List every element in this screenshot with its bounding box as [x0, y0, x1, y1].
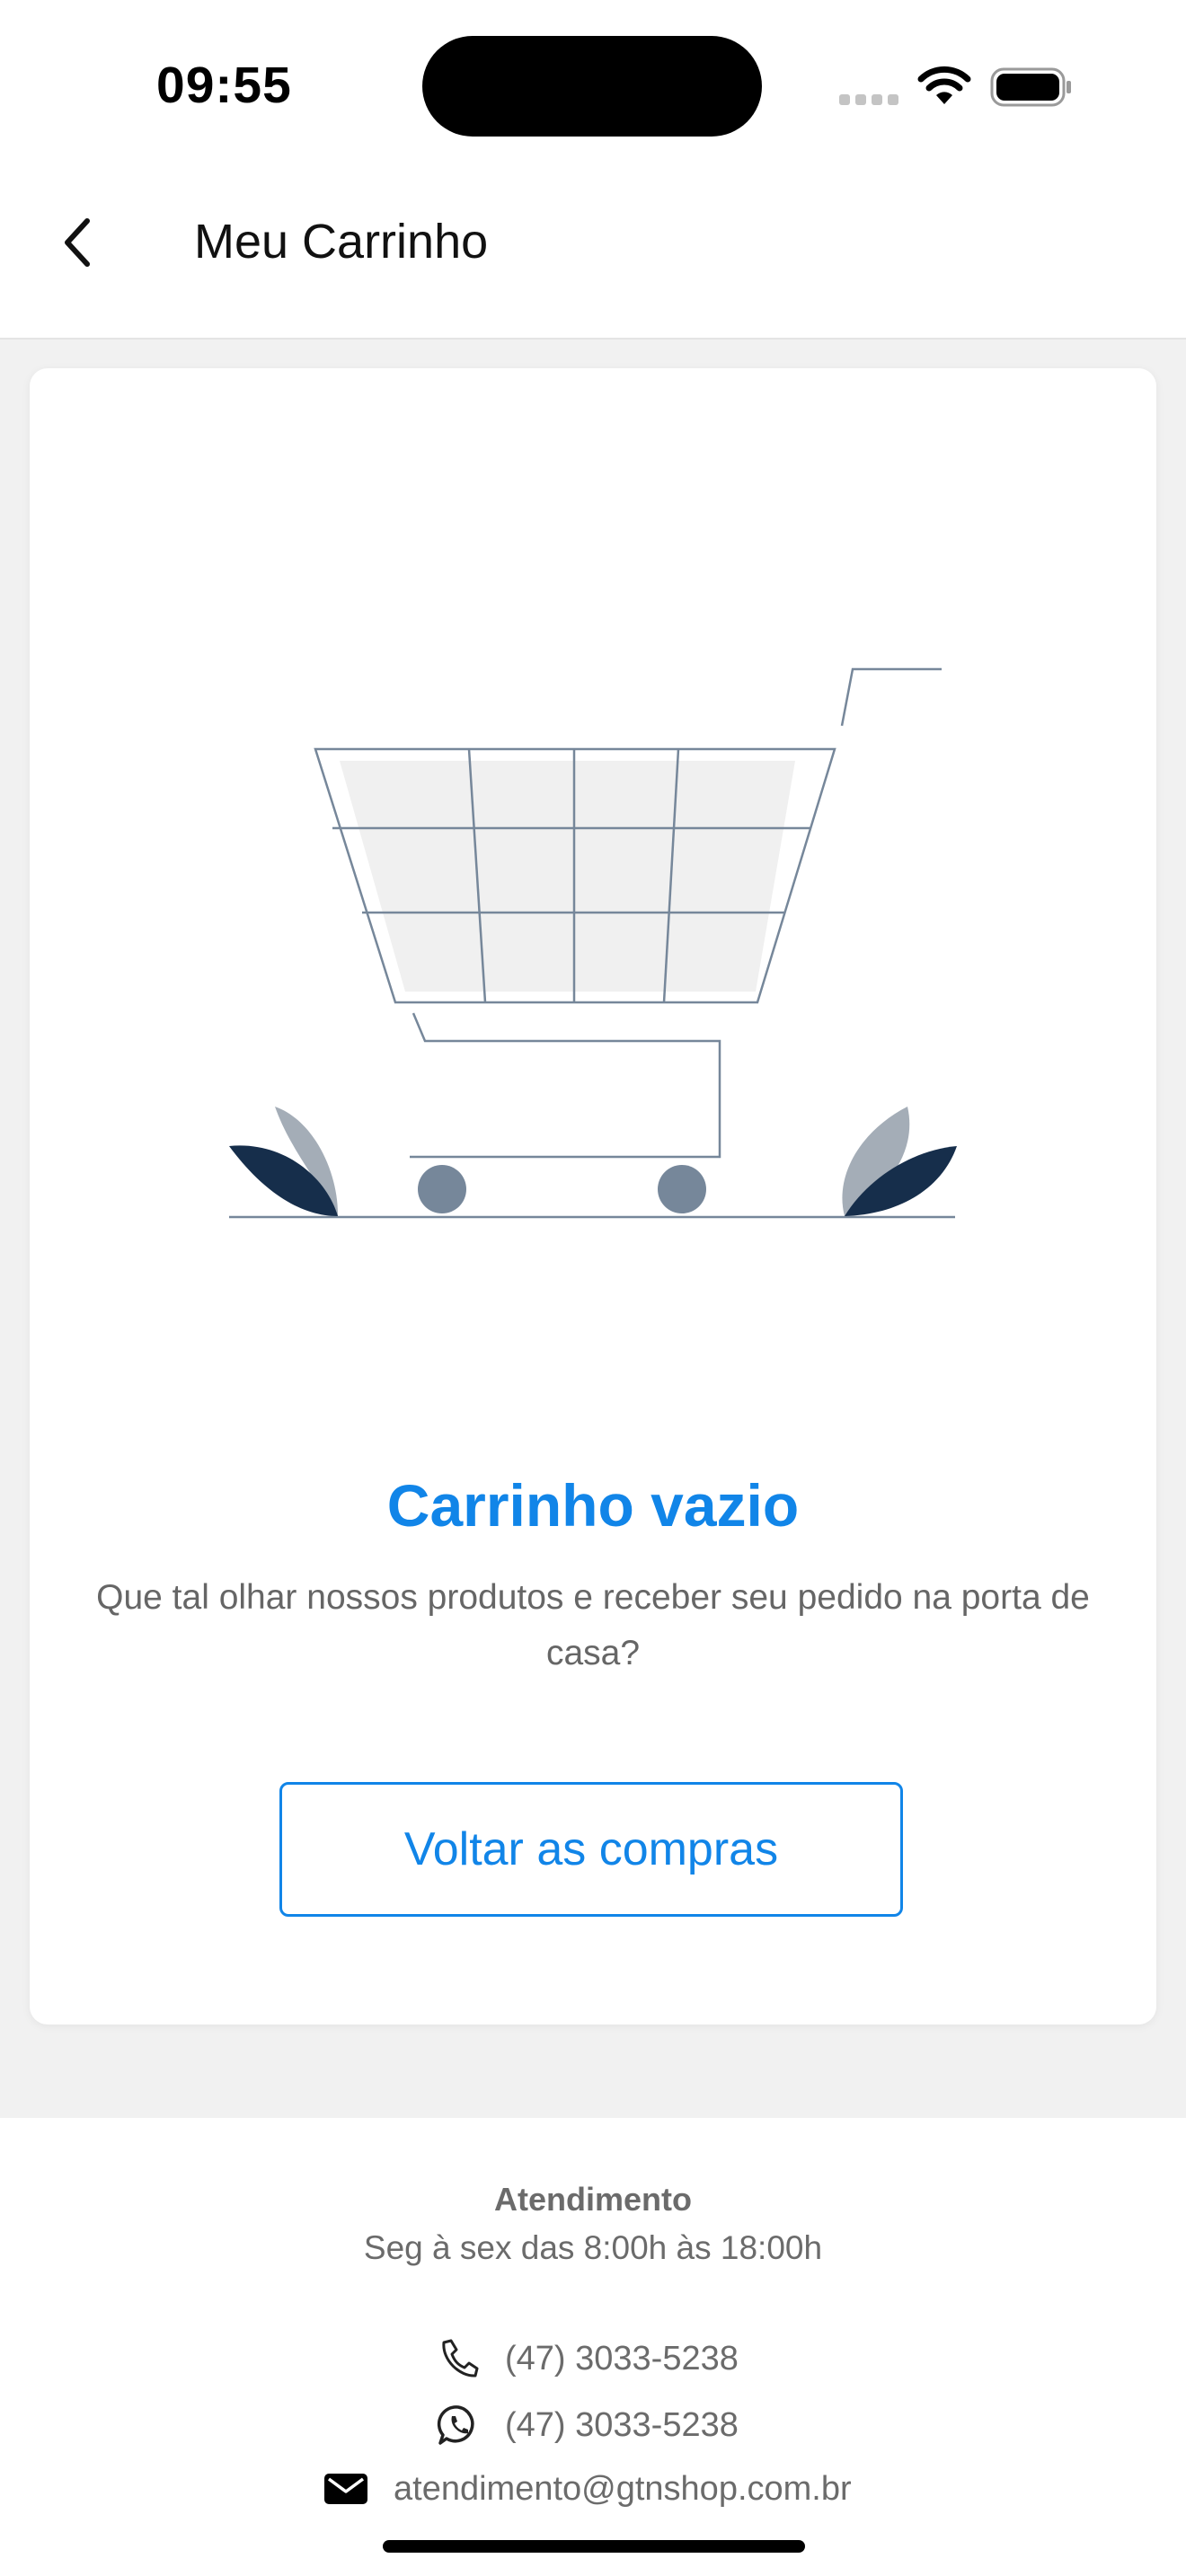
shopping-cart-illustration: [229, 667, 957, 1219]
page-title: Meu Carrinho: [194, 215, 489, 269]
app-screen: 09:55 Meu Carrinho Carrinho vazio Que ta…: [0, 0, 1186, 2576]
support-title: Atendimento: [494, 2181, 692, 2218]
chevron-left-icon: [65, 218, 90, 267]
email-icon: [323, 2472, 368, 2508]
status-time: 09:55: [156, 57, 292, 114]
contact-phone[interactable]: (47) 3033-5238: [437, 2337, 739, 2380]
contact-whatsapp[interactable]: (47) 3033-5238: [437, 2404, 739, 2447]
cellular-signal-icon: [839, 93, 904, 110]
app-header: Meu Carrinho: [0, 153, 1186, 340]
support-footer: Atendimento Seg à sex das 8:00h às 18:00…: [0, 2118, 1186, 2576]
empty-cart-description: Que tal olhar nossos produtos e receber …: [96, 1578, 1090, 1672]
contact-email[interactable]: atendimento@gtnshop.com.br: [323, 2470, 852, 2509]
back-button[interactable]: [45, 207, 108, 278]
empty-cart-card: Carrinho vazio Que tal olhar nossos prod…: [30, 368, 1156, 2025]
battery-icon: [990, 67, 1071, 107]
home-indicator[interactable]: [383, 2540, 805, 2553]
support-hours: Seg à sex das 8:00h às 18:00h: [363, 2229, 823, 2266]
status-bar: 09:55: [0, 0, 1186, 153]
contact-phone-text: (47) 3033-5238: [505, 2339, 739, 2378]
contact-whatsapp-text: (47) 3033-5238: [505, 2405, 739, 2444]
whatsapp-icon: [437, 2404, 480, 2447]
phone-icon: [437, 2337, 480, 2380]
back-to-shopping-button[interactable]: Voltar as compras: [279, 1782, 903, 1917]
wifi-icon: [917, 66, 971, 104]
contact-email-text: atendimento@gtnshop.com.br: [394, 2470, 852, 2508]
empty-cart-title: Carrinho vazio: [386, 1472, 800, 1539]
dynamic-island: [422, 36, 762, 137]
